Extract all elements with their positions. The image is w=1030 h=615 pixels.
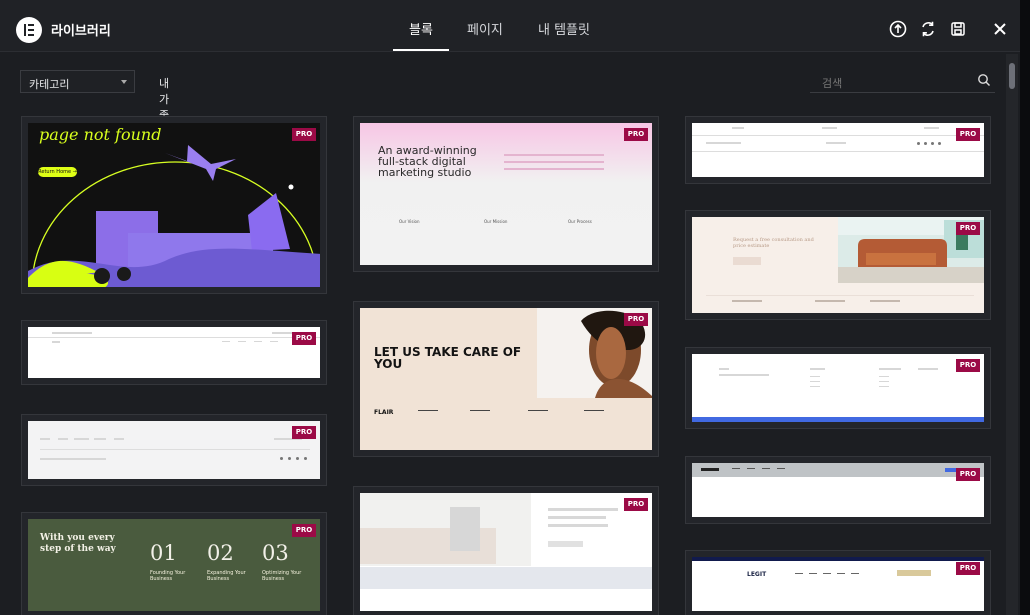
page-not-found-illustration xyxy=(28,145,320,287)
library-screen: 라이브러리 블록 페이지 내 템플릿 카테고리 내가 검색 page not f… xyxy=(0,0,1030,615)
category-select[interactable]: 카테고리 xyxy=(20,70,135,93)
library-scrollbar[interactable] xyxy=(1006,54,1018,615)
search-field[interactable]: 검색 xyxy=(810,66,995,93)
upload-icon[interactable] xyxy=(889,20,907,38)
tab-my-templates[interactable]: 내 템플릿 xyxy=(538,19,590,38)
library-title: 라이브러리 xyxy=(51,24,111,39)
mission-label: Our Mission xyxy=(484,219,508,224)
with-you-heading: With you every step of the way xyxy=(40,533,116,554)
template-card[interactable]: PRO xyxy=(685,116,991,184)
template-thumbnail: LEGIT xyxy=(692,557,984,611)
pro-badge: PRO xyxy=(624,313,648,326)
template-thumbnail xyxy=(692,354,984,422)
template-card[interactable]: Request a free consultation and price es… xyxy=(685,210,991,320)
template-card[interactable]: LEGIT PRO xyxy=(685,550,991,615)
legit-logo-text: LEGIT xyxy=(747,571,767,578)
template-card[interactable]: PRO xyxy=(21,320,327,385)
template-thumbnail xyxy=(28,421,320,479)
template-card[interactable]: With you every step of the way 01 02 03 … xyxy=(21,512,327,615)
template-card[interactable]: LET US TAKE CARE OF YOU FLAIR PRO xyxy=(353,301,659,457)
process-label: Our Process xyxy=(568,219,592,224)
template-thumbnail: With you every step of the way 01 02 03 … xyxy=(28,519,320,611)
tab-pages[interactable]: 페이지 xyxy=(467,19,503,38)
template-thumbnail: An award-winning full-stack digital mark… xyxy=(360,123,652,265)
step-label-02: Expanding Your Business xyxy=(207,570,246,582)
step-number-01: 01 xyxy=(150,541,177,565)
template-card[interactable]: PRO xyxy=(353,486,659,615)
template-thumbnail xyxy=(28,327,320,378)
template-thumbnail xyxy=(692,123,984,177)
pro-badge: PRO xyxy=(292,128,316,141)
sync-icon[interactable] xyxy=(919,20,937,38)
scroll-thumb[interactable] xyxy=(1009,63,1015,89)
template-thumbnail xyxy=(692,463,984,517)
vision-label: Our Vision xyxy=(399,219,420,224)
template-thumbnail xyxy=(360,493,652,611)
pro-badge: PRO xyxy=(956,128,980,141)
close-icon[interactable] xyxy=(991,20,1009,38)
template-card[interactable]: PRO xyxy=(685,456,991,524)
template-card[interactable]: PRO xyxy=(685,347,991,429)
modal-header: 라이브러리 블록 페이지 내 템플릿 xyxy=(0,0,1020,52)
category-select-label: 카테고리 xyxy=(29,78,70,91)
active-tab-indicator xyxy=(393,49,449,51)
consultation-headline: Request a free consultation and price es… xyxy=(733,237,814,249)
pro-badge: PRO xyxy=(292,426,316,439)
template-thumbnail: page not found Return Home → xyxy=(28,123,320,287)
flair-logo-text: FLAIR xyxy=(374,409,394,416)
pro-badge: PRO xyxy=(292,524,316,537)
pro-badge: PRO xyxy=(624,498,648,511)
pro-badge: PRO xyxy=(956,468,980,481)
step-number-03: 03 xyxy=(262,541,289,565)
marketing-headline: An award-winning full-stack digital mark… xyxy=(378,144,477,179)
step-label-03: Optimizing Your Business xyxy=(262,570,302,582)
tab-blocks[interactable]: 블록 xyxy=(409,19,433,38)
save-icon[interactable] xyxy=(949,20,967,38)
chevron-down-icon xyxy=(121,80,127,84)
take-care-headline: LET US TAKE CARE OF YOU xyxy=(374,345,522,371)
step-label-01: Founding Your Business xyxy=(150,570,186,582)
pro-badge: PRO xyxy=(956,222,980,235)
search-icon[interactable] xyxy=(977,73,991,87)
template-card[interactable]: PRO xyxy=(21,414,327,486)
template-card[interactable]: An award-winning full-stack digital mark… xyxy=(353,116,659,272)
pro-badge: PRO xyxy=(956,562,980,575)
elementor-logo-icon xyxy=(16,17,42,43)
search-placeholder: 검색 xyxy=(822,77,843,90)
step-number-02: 02 xyxy=(207,541,234,565)
pro-badge: PRO xyxy=(292,332,316,345)
template-card[interactable]: page not found Return Home → PRO xyxy=(21,116,327,294)
template-thumbnail: LET US TAKE CARE OF YOU FLAIR xyxy=(360,308,652,450)
pro-badge: PRO xyxy=(624,128,648,141)
pro-badge: PRO xyxy=(956,359,980,372)
library-modal: 라이브러리 블록 페이지 내 템플릿 카테고리 내가 검색 page not f… xyxy=(0,0,1020,615)
template-thumbnail: Request a free consultation and price es… xyxy=(692,217,984,313)
